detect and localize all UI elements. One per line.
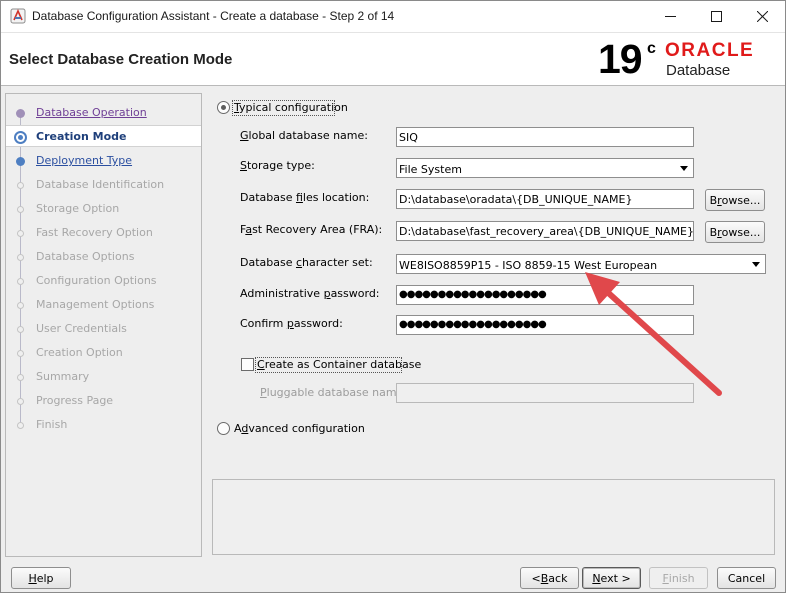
step-pending-icon: [17, 422, 24, 429]
nav-item-label: Configuration Options: [36, 274, 157, 287]
nav-item-label: Database Identification: [36, 178, 165, 191]
nav-item-database-options: Database Options: [6, 246, 201, 268]
files-location-browse-button[interactable]: Br owse...: [705, 189, 765, 211]
storage-type-label: Storage type:: [240, 159, 315, 172]
title-bar: Database Configuration Assistant - Creat…: [1, 1, 785, 32]
global-db-name-input[interactable]: SIQ: [396, 127, 694, 147]
nav-item-fast-recovery-option: Fast Recovery Option: [6, 222, 201, 244]
step-done-icon: [16, 109, 25, 118]
fra-browse-button[interactable]: Br owse...: [705, 221, 765, 243]
storage-type-select[interactable]: File System: [396, 158, 694, 178]
confirm-password-input[interactable]: ●●●●●●●●●●●●●●●●●●●: [396, 315, 694, 335]
nav-item-storage-option: Storage Option: [6, 198, 201, 220]
chevron-down-icon: [680, 166, 688, 171]
nav-item-configuration-options: Configuration Options: [6, 270, 201, 292]
step-navigation: Database Operation Creation Mode Deploym…: [5, 93, 202, 557]
nav-item-label: Management Options: [36, 298, 155, 311]
maximize-button[interactable]: [693, 1, 739, 32]
step-pending-icon: [17, 278, 24, 285]
nav-item-label: Storage Option: [36, 202, 120, 215]
advanced-config-label[interactable]: Advanced configuration: [234, 422, 365, 435]
step-pending-icon: [17, 182, 24, 189]
window-title: Database Configuration Assistant - Creat…: [32, 9, 395, 23]
container-db-label[interactable]: Create as Container database: [257, 358, 421, 371]
step-pending-icon: [17, 230, 24, 237]
version-number: 19: [598, 36, 643, 82]
admin-password-input[interactable]: ●●●●●●●●●●●●●●●●●●●: [396, 285, 694, 305]
nav-item-label: Finish: [36, 418, 68, 431]
nav-item-label: Deployment Type: [36, 154, 133, 167]
step-pending-icon: [17, 302, 24, 309]
nav-item-summary: Summary: [6, 366, 201, 388]
typical-config-radio[interactable]: [217, 101, 230, 114]
back-button[interactable]: < Back: [520, 567, 579, 589]
nav-item-database-operation[interactable]: Database Operation: [6, 102, 201, 124]
close-icon: [756, 11, 768, 22]
fra-label: Fast Recovery Area (FRA):: [240, 223, 383, 236]
dbca-app-icon: [10, 8, 26, 24]
nav-item-creation-mode[interactable]: Creation Mode: [6, 125, 201, 147]
help-button[interactable]: Help: [11, 567, 71, 589]
charset-select[interactable]: WE8ISO8859P15 - ISO 8859-15 West Europea…: [396, 254, 766, 274]
container-db-checkbox[interactable]: [241, 358, 254, 371]
step-current-icon: [14, 131, 27, 144]
minimize-icon: [664, 11, 676, 22]
step-pending-icon: [17, 326, 24, 333]
global-db-name-label: Global database name:: [240, 129, 368, 142]
files-location-input[interactable]: D:\database\oradata\{DB_UNIQUE_NAME}: [396, 189, 694, 209]
admin-password-label: Administrative password:: [240, 287, 380, 300]
nav-item-label: User Credentials: [36, 322, 127, 335]
maximize-icon: [710, 11, 722, 22]
pdb-name-label: Pluggable database name:: [260, 386, 408, 399]
nav-item-creation-option: Creation Option: [6, 342, 201, 364]
version-suffix: c: [647, 40, 656, 57]
nav-item-progress-page: Progress Page: [6, 390, 201, 412]
nav-item-database-identification: Database Identification: [6, 174, 201, 196]
page-title: Select Database Creation Mode: [9, 51, 233, 68]
step-pending-icon: [17, 350, 24, 357]
nav-item-finish: Finish: [6, 414, 201, 436]
step-pending-icon: [17, 374, 24, 381]
chevron-down-icon: [752, 262, 760, 267]
nav-item-label: Creation Mode: [36, 130, 127, 143]
cancel-button[interactable]: Cancel: [717, 567, 776, 589]
step-pending-icon: [17, 254, 24, 261]
pdb-name-input: [396, 383, 694, 403]
nav-item-label: Database Operation: [36, 106, 147, 119]
nav-item-label: Fast Recovery Option: [36, 226, 153, 239]
nav-item-label: Summary: [36, 370, 90, 383]
typical-config-label[interactable]: Typical configuration: [234, 101, 348, 114]
fra-input[interactable]: D:\database\fast_recovery_area\{DB_UNIQU…: [396, 221, 694, 241]
oracle-wordmark: ORACLE: [665, 40, 755, 61]
dbca-window: Database Configuration Assistant - Creat…: [0, 0, 786, 593]
nav-item-label: Progress Page: [36, 394, 114, 407]
advanced-config-radio[interactable]: [217, 422, 230, 435]
files-location-label: Database files location:: [240, 191, 370, 204]
confirm-password-label: Confirm password:: [240, 317, 343, 330]
close-button[interactable]: [739, 1, 785, 32]
nav-item-label: Creation Option: [36, 346, 123, 359]
storage-type-value: File System: [399, 163, 462, 176]
nav-item-deployment-type[interactable]: Deployment Type: [6, 150, 201, 172]
minimize-button[interactable]: [647, 1, 693, 32]
nav-item-user-credentials: User Credentials: [6, 318, 201, 340]
step-pending-icon: [17, 398, 24, 405]
step-next-icon: [16, 157, 25, 166]
oracle-database-logo: 19 c ORACLE Database: [598, 37, 778, 85]
charset-label: Database character set:: [240, 256, 373, 269]
nav-item-management-options: Management Options: [6, 294, 201, 316]
nav-item-label: Database Options: [36, 250, 135, 263]
finish-button: Finish: [649, 567, 708, 589]
header-banner: Select Database Creation Mode 19 c ORACL…: [1, 32, 785, 86]
message-area: [212, 479, 775, 555]
database-wordmark: Database: [666, 62, 731, 79]
next-button[interactable]: Next >: [582, 567, 641, 589]
step-pending-icon: [17, 206, 24, 213]
charset-value: WE8ISO8859P15 - ISO 8859-15 West Europea…: [399, 259, 658, 272]
